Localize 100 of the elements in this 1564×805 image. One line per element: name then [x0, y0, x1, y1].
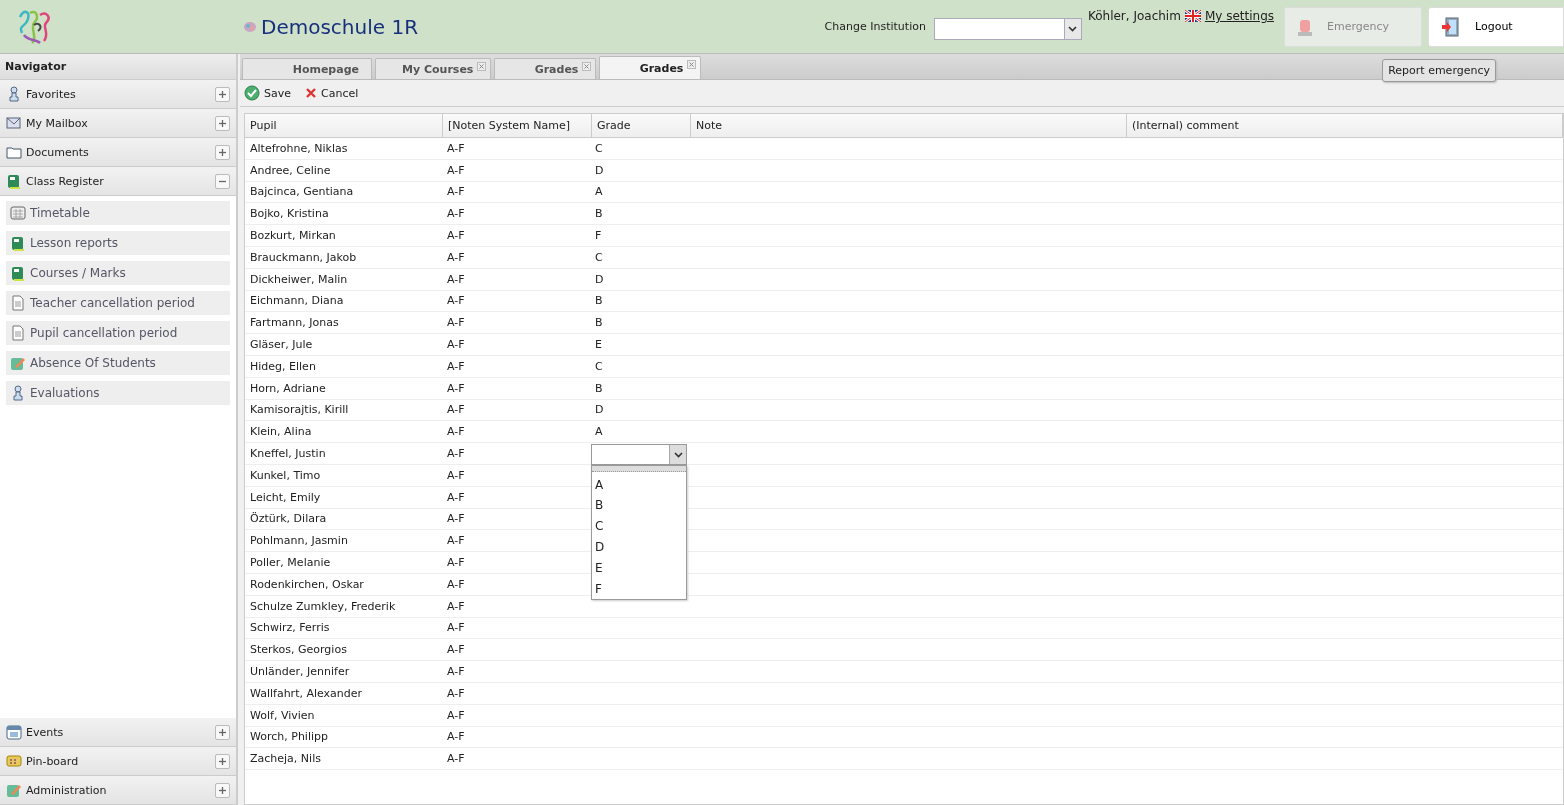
table-cell: D: [595, 272, 604, 286]
table-cell-text: Sterkos, Georgios: [249, 642, 348, 659]
navigator-section[interactable]: Pin-board: [0, 747, 236, 776]
dropdown-option[interactable]: B: [592, 494, 686, 516]
change-institution-label: Change Institution: [824, 20, 926, 33]
tab[interactable]: My Courses: [375, 58, 492, 79]
close-icon[interactable]: [477, 62, 487, 71]
caret-icon: [673, 451, 683, 458]
user-name: Köhler, Joachim: [1087, 9, 1181, 23]
tab[interactable]: Grades: [599, 56, 702, 79]
highlighted-option[interactable]: [592, 466, 686, 473]
table-cell-text: Rodenkirchen, Oskar: [249, 576, 365, 593]
table-cell-text: Leicht, Emily: [249, 489, 322, 506]
table-cell-text: A-F: [446, 184, 466, 201]
navigator-item[interactable]: Pupil cancellation period: [6, 321, 230, 345]
plus-icon: [218, 756, 227, 766]
table-cell-text: A-F: [446, 162, 466, 179]
table-cell: A: [595, 185, 603, 199]
table-cell: A: [595, 425, 603, 439]
table-cell-text: Unländer, Jennifer: [249, 664, 351, 680]
person-icon: [10, 385, 26, 401]
uk-flag-icon: [1184, 10, 1201, 22]
table-cell: D: [595, 403, 604, 417]
navigator-item[interactable]: Teacher cancellation period: [6, 291, 230, 315]
column-header[interactable]: Note: [691, 114, 1127, 137]
table-cell-text: Kneffel, Justin: [249, 446, 327, 463]
table-cell: B: [595, 381, 603, 395]
table-cell-text: A-F: [446, 467, 466, 484]
table-cell-text: A-F: [446, 337, 466, 354]
table-cell: E: [595, 338, 602, 352]
table-cell-text: A-F: [446, 380, 466, 397]
table-cell-text: Andree, Celine: [249, 162, 332, 179]
navigator-section[interactable]: Documents: [0, 138, 236, 167]
dropdown-option[interactable]: F: [592, 578, 686, 599]
dropdown-option[interactable]: E: [592, 557, 686, 579]
save-button[interactable]: Save: [242, 85, 293, 101]
table-cell-text: A-F: [446, 707, 466, 724]
column-header[interactable]: (Internal) comment: [1127, 114, 1563, 137]
close-icon[interactable]: [582, 62, 592, 71]
table-cell-text: Kunkel, Timo: [249, 467, 322, 484]
expand-toggle[interactable]: [215, 115, 230, 131]
table-cell-text: Gläser, Jule: [249, 337, 314, 354]
navigator-section[interactable]: Favorites: [0, 80, 236, 109]
expand-toggle[interactable]: [215, 782, 230, 798]
table-cell-text: Schwirz, Ferris: [249, 620, 331, 637]
cancel-button[interactable]: Cancel: [303, 86, 361, 100]
table-cell-text: Öztürk, Dilara: [249, 511, 328, 528]
expand-toggle[interactable]: [215, 173, 230, 189]
table-cell-text: Eichmann, Diana: [249, 293, 345, 310]
expand-toggle[interactable]: [215, 753, 230, 769]
pencil-icon: [10, 355, 26, 371]
dropdown-option[interactable]: A: [592, 474, 686, 495]
logout-button[interactable]: Logout: [1428, 6, 1564, 47]
document-icon: [10, 295, 26, 311]
table-cell-text: A-F: [446, 424, 466, 441]
table-cell-text: A-F: [446, 293, 466, 310]
tab[interactable]: Grades: [494, 58, 597, 79]
table-cell-text: Pohlmann, Jasmin: [249, 533, 349, 550]
navigator-title: Navigator: [0, 54, 236, 80]
navigator-item[interactable]: Courses / Marks: [6, 261, 230, 285]
checkmark-icon: [244, 85, 260, 101]
table-cell: F: [595, 229, 602, 243]
expand-toggle[interactable]: [215, 86, 230, 102]
table-cell-text: A-F: [446, 446, 466, 463]
table-cell-text: A-F: [446, 642, 466, 659]
navigator-item[interactable]: Timetable: [6, 201, 230, 225]
expand-toggle[interactable]: [215, 724, 230, 740]
table-cell-text: A-F: [446, 751, 466, 768]
dropdown-option[interactable]: D: [592, 536, 686, 558]
door-icon: [1441, 16, 1461, 37]
table-cell-text: Brauckmann, Jakob: [249, 249, 358, 266]
grade-select[interactable]: [591, 444, 687, 466]
table-cell-text: A-F: [446, 555, 466, 572]
my-settings-link[interactable]: My settings: [1204, 9, 1274, 23]
column-header[interactable]: Grade: [592, 114, 691, 137]
table-cell-text: Worch, Philipp: [249, 729, 329, 746]
navigator-item[interactable]: Absence Of Students: [6, 351, 230, 375]
navigator-item[interactable]: Evaluations: [6, 381, 230, 405]
dropdown-option[interactable]: C: [592, 515, 686, 537]
navigator-section[interactable]: My Mailbox: [0, 109, 236, 138]
close-icon[interactable]: [687, 60, 697, 69]
table-cell-text: Bojko, Kristina: [249, 206, 330, 223]
table-cell-text: Bozkurt, Mirkan: [249, 228, 337, 245]
navigator-item[interactable]: Lesson reports: [6, 231, 230, 255]
table-cell-text: A-F: [446, 206, 466, 223]
expand-toggle[interactable]: [215, 144, 230, 160]
tab[interactable]: Homepage: [242, 58, 372, 79]
document-icon: [10, 325, 26, 341]
table-cell-text: Fartmann, Jonas: [249, 315, 340, 332]
table-cell: B: [595, 207, 603, 221]
column-header[interactable]: Pupil: [245, 114, 443, 137]
navigator-section[interactable]: Events: [0, 718, 236, 747]
table-cell-text: Horn, Adriane: [249, 380, 327, 397]
folder-icon: [6, 144, 22, 160]
envelope-icon: [6, 115, 22, 131]
table-cell-text: A-F: [446, 402, 466, 419]
column-header[interactable]: [Noten System Name]: [443, 114, 592, 137]
navigator-section[interactable]: Class Register: [0, 167, 236, 196]
table-cell-text: A-F: [446, 729, 466, 746]
navigator-section[interactable]: Administration: [0, 776, 236, 805]
